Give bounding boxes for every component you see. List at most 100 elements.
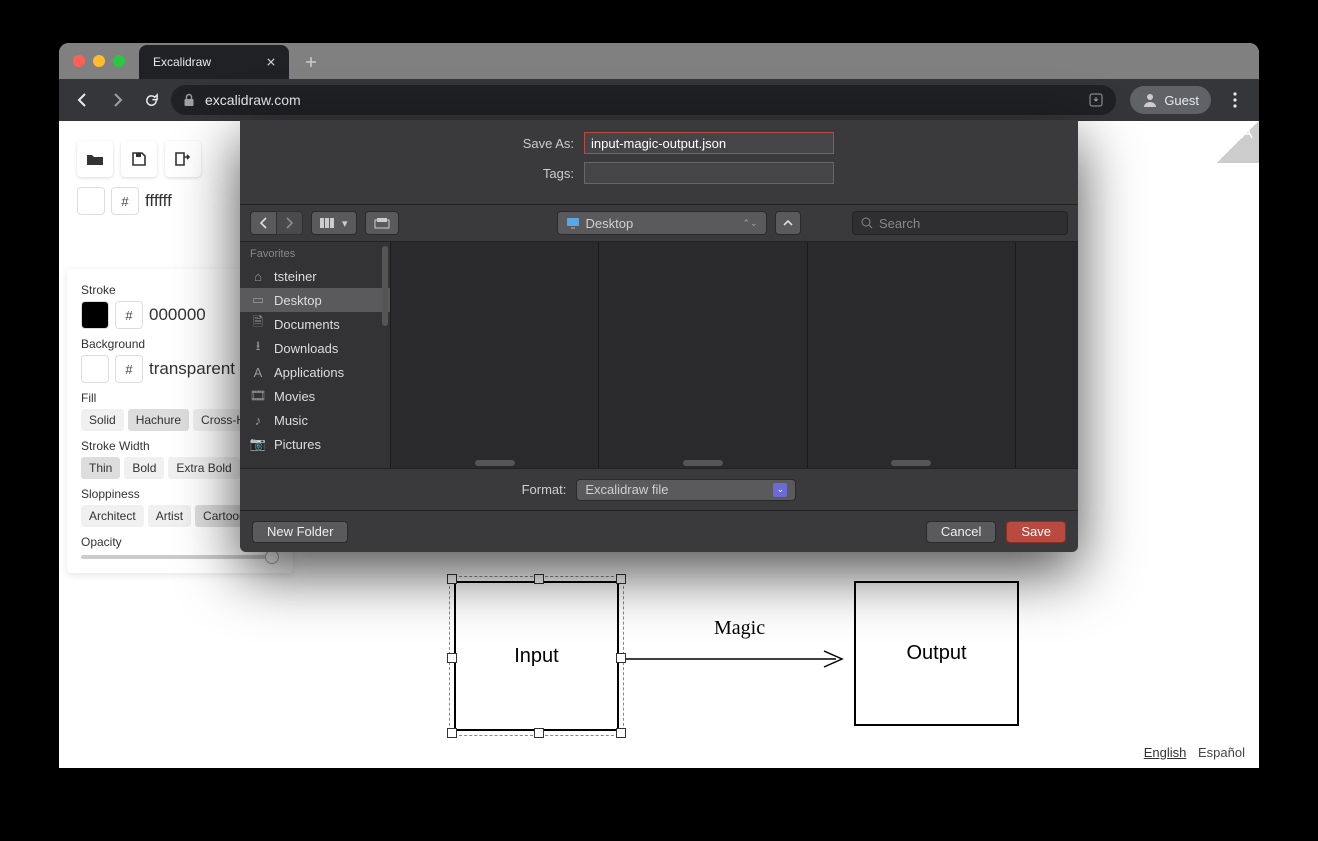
location-label: Desktop: [586, 216, 634, 231]
profile-label: Guest: [1164, 93, 1199, 108]
sidebar-item-documents[interactable]: 🗎 Documents: [240, 312, 390, 336]
profile-chip[interactable]: Guest: [1130, 86, 1211, 114]
format-dropdown[interactable]: Excalidraw file ⌄: [576, 479, 796, 501]
tab-excalidraw[interactable]: Excalidraw: [139, 45, 289, 79]
new-folder-button[interactable]: New Folder: [252, 521, 348, 543]
title-bar: Excalidraw: [59, 43, 1259, 79]
slop-option-artist[interactable]: Artist: [148, 505, 191, 527]
search-input[interactable]: Search: [852, 211, 1068, 235]
address-bar: excalidraw.com Guest: [59, 79, 1259, 121]
sidebar-item-pictures[interactable]: 📷Pictures: [240, 432, 390, 456]
collapse-button[interactable]: [775, 211, 801, 235]
dialog-bottom-bar: New Folder Cancel Save: [240, 510, 1078, 552]
save-as-input[interactable]: [584, 132, 834, 154]
lock-icon: [183, 93, 195, 107]
location-dropdown[interactable]: Desktop ⌃⌄: [557, 211, 767, 235]
opacity-slider[interactable]: [81, 555, 279, 559]
nav-forward-button[interactable]: [276, 211, 303, 235]
browser-menu-button[interactable]: [1221, 86, 1249, 114]
file-column-1[interactable]: [390, 242, 598, 468]
url-text: excalidraw.com: [205, 92, 301, 108]
sidebar-item-label: Music: [274, 413, 308, 428]
close-tab-icon[interactable]: [267, 58, 275, 66]
tab-title: Excalidraw: [153, 55, 211, 69]
user-icon: [1142, 92, 1158, 108]
view-mode-button[interactable]: ▾: [311, 211, 357, 235]
new-tab-button[interactable]: [297, 48, 325, 76]
sw-option-bold[interactable]: Bold: [124, 457, 164, 479]
sidebar-item-label: Downloads: [274, 341, 338, 356]
file-column-3[interactable]: [807, 242, 1015, 468]
slop-option-architect[interactable]: Architect: [81, 505, 144, 527]
sidebar-item-label: Applications: [274, 365, 344, 380]
sidebar-item-music[interactable]: ♪ Music: [240, 408, 390, 432]
sidebar-item-desktop[interactable]: ▭ Desktop: [240, 288, 390, 312]
music-icon: ♪: [250, 412, 266, 428]
box-label: Input: [514, 645, 558, 668]
save-as-label: Save As:: [484, 136, 574, 151]
file-column-2[interactable]: [598, 242, 806, 468]
lang-english[interactable]: English: [1144, 745, 1187, 760]
nav-back-button[interactable]: [250, 211, 276, 235]
canvas-bg-swatch[interactable]: [77, 187, 105, 215]
format-label: Format:: [522, 482, 567, 497]
home-icon: ⌂: [250, 268, 266, 284]
drawing-box-input[interactable]: Input: [454, 581, 619, 731]
sidebar-item-movies[interactable]: 🎞Movies: [240, 384, 390, 408]
chevron-updown-icon: ⌃⌄: [742, 218, 757, 229]
fill-option-solid[interactable]: Solid: [81, 409, 124, 431]
sidebar-item-applications[interactable]: A Applications: [240, 360, 390, 384]
hash-prefix: #: [115, 355, 143, 383]
close-window-button[interactable]: [73, 55, 85, 67]
hash-prefix: #: [115, 301, 143, 329]
background-swatch[interactable]: [81, 355, 109, 383]
format-row: Format: Excalidraw file ⌄: [240, 468, 1078, 510]
applications-icon: A: [250, 364, 266, 380]
browser-tabs: Excalidraw: [139, 43, 325, 79]
maximize-window-button[interactable]: [113, 55, 125, 67]
favorites-header: Favorites: [240, 242, 390, 264]
library-corner[interactable]: [1217, 121, 1259, 163]
lang-spanish[interactable]: Español: [1198, 745, 1245, 760]
sidebar-item-label: Desktop: [274, 293, 322, 308]
format-value: Excalidraw file: [585, 482, 668, 497]
drawing-arrow[interactable]: [624, 647, 854, 671]
export-button[interactable]: [165, 141, 201, 177]
tags-input[interactable]: [584, 162, 834, 184]
sidebar-item-downloads[interactable]: ⭳Downloads: [240, 336, 390, 360]
sidebar-item-label: Documents: [274, 317, 340, 332]
minimize-window-button[interactable]: [93, 55, 105, 67]
sw-option-extrabold[interactable]: Extra Bold: [168, 457, 239, 479]
stroke-swatch[interactable]: [81, 301, 109, 329]
back-button[interactable]: [69, 86, 97, 114]
box-label: Output: [906, 642, 966, 665]
open-button[interactable]: [77, 141, 113, 177]
omnibox[interactable]: excalidraw.com: [171, 85, 1116, 115]
drawing-box-output[interactable]: Output: [854, 581, 1019, 726]
save-button[interactable]: Save: [1006, 521, 1066, 543]
cancel-button[interactable]: Cancel: [926, 521, 996, 543]
forward-button[interactable]: [103, 86, 131, 114]
sw-option-thin[interactable]: Thin: [81, 457, 120, 479]
sidebar-scrollbar[interactable]: [382, 246, 388, 326]
file-column-4[interactable]: [1015, 242, 1078, 468]
save-dialog: Save As: Tags: ▾ Desktop ⌃⌄ Search Favor…: [240, 120, 1078, 552]
movies-icon: 🎞: [250, 388, 266, 404]
hash-prefix: #: [111, 187, 139, 215]
reload-button[interactable]: [137, 86, 165, 114]
chevron-updown-icon: ⌄: [773, 483, 787, 497]
documents-icon: 🗎: [250, 316, 266, 332]
install-app-icon[interactable]: [1088, 92, 1104, 108]
language-switcher: English Español: [1144, 745, 1245, 760]
arrow-label: Magic: [714, 617, 765, 640]
sidebar-item-label: Pictures: [274, 437, 321, 452]
traffic-lights: [59, 55, 125, 67]
fill-option-hachure[interactable]: Hachure: [128, 409, 189, 431]
desktop-icon: ▭: [250, 292, 266, 308]
save-file-button[interactable]: [121, 141, 157, 177]
group-button[interactable]: [365, 211, 399, 235]
sidebar-item-label: tsteiner: [274, 269, 317, 284]
sidebar-item-home[interactable]: ⌂ tsteiner: [240, 264, 390, 288]
search-placeholder: Search: [879, 216, 920, 231]
search-icon: [861, 217, 873, 229]
